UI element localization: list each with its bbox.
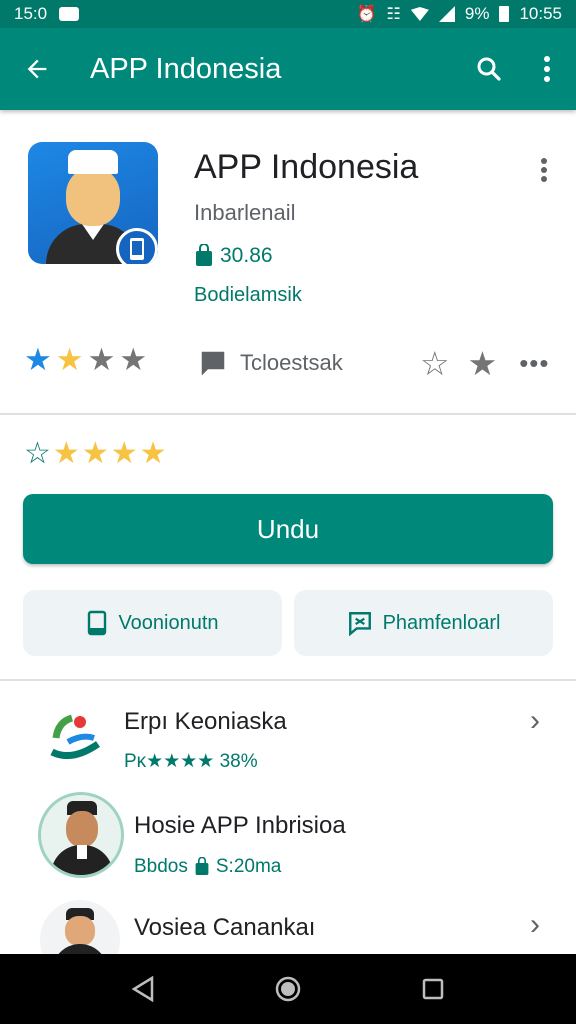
more-vert-icon: [541, 158, 547, 182]
review-link[interactable]: Tcloestsak: [198, 348, 343, 378]
chevron-right-icon: ›: [530, 908, 540, 941]
star-icon: ★: [119, 342, 148, 377]
nav-recents-button[interactable]: [403, 959, 463, 1019]
more-vert-icon: [544, 56, 550, 82]
nav-back-button[interactable]: [113, 959, 173, 1019]
app-header: APP Indonesia Inbarlenail 30.86 Bodielam…: [0, 110, 576, 415]
search-button[interactable]: [460, 28, 518, 110]
app-logo-icon: [50, 714, 100, 760]
install-section: ☆ ★ ★ ★ ★ Undu Voonionutn Phamfenloarl: [0, 417, 576, 681]
secondary-button-1-label: Voonionutn: [118, 611, 219, 634]
list-item-subtitle-b: S:20ma: [215, 856, 282, 877]
list-item-title: Erpı Keoniaska: [124, 708, 287, 735]
search-icon: [477, 57, 501, 81]
downloads-count: 30.86: [220, 244, 273, 267]
overflow-menu-button[interactable]: [518, 28, 576, 110]
square-recents-icon: [423, 978, 444, 1000]
star-icon: ★: [52, 437, 80, 470]
app-category[interactable]: Bodielamsik: [194, 284, 302, 307]
star-icon: ★: [55, 342, 84, 377]
list-item-subtitle-a: Bbdos: [134, 856, 188, 877]
star-outline-icon: ☆: [24, 437, 51, 470]
triangle-back-icon: [131, 975, 153, 1003]
signal-icon: [438, 6, 455, 22]
star-outline-icon[interactable]: ☆: [420, 344, 450, 383]
list-item-subtitle: Pᴋ★★★★ 38%: [124, 751, 258, 772]
install-rating-stars[interactable]: ☆ ★ ★ ★ ★: [24, 439, 167, 469]
chat-icon: [348, 612, 371, 636]
circle-home-icon: [275, 976, 301, 1002]
star-icon: ★: [110, 437, 138, 470]
app-bar: APP Indonesia: [0, 28, 576, 110]
list-item-subtitle: Bbdos S:20ma: [134, 856, 281, 878]
phone-badge-icon: [116, 228, 158, 264]
phone-icon: [88, 610, 107, 636]
list-item-title: Vosiea Canankaı: [134, 914, 316, 941]
list-item-title: Hosie APP Inbrisioa: [134, 812, 346, 839]
chevron-right-icon: ›: [530, 704, 540, 737]
star-icon: ★: [139, 437, 167, 470]
review-label: Tcloestsak: [240, 350, 343, 375]
comment-icon: [201, 351, 225, 376]
icon-figure-cap: [68, 150, 118, 174]
icon-figure-face: [66, 168, 120, 226]
download-bag-icon: [195, 857, 209, 875]
arrow-back-icon: [27, 59, 47, 79]
battery-percent: 9%: [464, 4, 490, 23]
back-button[interactable]: [0, 28, 74, 110]
star-icon[interactable]: ★: [468, 344, 498, 383]
downloads-info: 30.86: [194, 244, 273, 268]
list-item[interactable]: Vosiea Canankaı ›: [0, 896, 576, 954]
status-bar: 15:0 ⏰ ☷ 9% 10:55: [0, 0, 576, 28]
nav-home-button[interactable]: [258, 959, 318, 1019]
secondary-button-2-label: Phamfenloarl: [382, 611, 501, 634]
app-more-button[interactable]: [526, 150, 562, 190]
status-time: 15:0: [14, 4, 48, 23]
notification-icon: [59, 7, 80, 21]
list-item[interactable]: Hosie APP Inbrisioa Bbdos S:20ma: [0, 790, 576, 890]
app-icon[interactable]: [28, 142, 158, 264]
app-name: APP Indonesia: [194, 148, 419, 186]
battery-icon: [499, 6, 510, 22]
status-clock: 10:55: [519, 4, 562, 23]
rating-row: ★ ★ ★ ★ Tcloestsak ☆ ★ •••: [0, 342, 576, 386]
star-icon: ★: [87, 342, 116, 377]
list-item[interactable]: Erpı Keoniaska Pᴋ★★★★ 38% ›: [0, 690, 576, 790]
wifi-icon: [410, 7, 429, 21]
developer-name[interactable]: Inbarlenail: [194, 200, 296, 226]
system-nav-bar: [0, 954, 576, 1024]
secondary-button-1[interactable]: Voonionutn: [23, 590, 282, 656]
more-horiz-icon[interactable]: •••: [519, 348, 549, 379]
vibrate-icon: ☷: [386, 6, 401, 23]
app-bar-title: APP Indonesia: [90, 52, 282, 85]
alarm-icon: ⏰: [356, 6, 377, 23]
rating-stars: ★ ★ ★ ★: [24, 344, 147, 375]
avatar: [38, 792, 124, 878]
download-bag-icon: [196, 244, 212, 266]
avatar: [40, 900, 120, 954]
star-icon: ★: [24, 342, 52, 377]
secondary-button-2[interactable]: Phamfenloarl: [294, 590, 553, 656]
star-icon: ★: [81, 437, 109, 470]
install-button[interactable]: Undu: [23, 494, 553, 564]
